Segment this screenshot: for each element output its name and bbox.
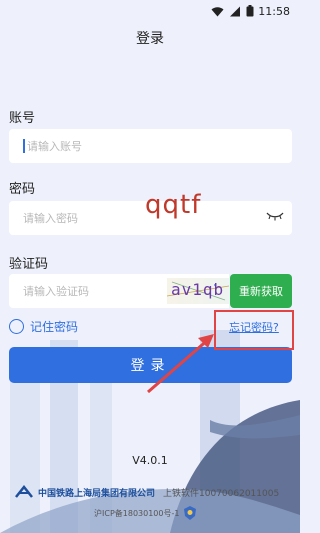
- status-bar: 11:58: [0, 0, 300, 22]
- remember-label: 记住密码: [30, 320, 79, 334]
- captcha-image[interactable]: av1qb: [167, 278, 229, 304]
- login-button[interactable]: 登录: [9, 347, 292, 383]
- refresh-captcha-button[interactable]: 重新获取: [230, 274, 292, 308]
- password-label: 密码: [9, 182, 36, 197]
- signal-icon: [230, 6, 241, 16]
- battery-icon: [246, 5, 254, 17]
- remember-password[interactable]: 记住密码: [9, 318, 78, 335]
- remember-radio[interactable]: [9, 319, 24, 334]
- footer-icp-row: 沪ICP备18030100号-1: [94, 506, 197, 520]
- text-cursor: [23, 139, 25, 153]
- company-name: 中国铁路上海局集团有限公司: [38, 488, 156, 499]
- page-title: 登录: [136, 31, 164, 47]
- captcha-row: 请输入验证码 av1qb 重新获取: [9, 274, 292, 308]
- status-time: 11:58: [258, 4, 290, 18]
- footer-company-row: 中国铁路上海局集团有限公司 上铁软件10070062011005: [14, 485, 294, 499]
- china-railway-logo-icon: [15, 485, 33, 498]
- account-input[interactable]: 请输入账号: [9, 129, 292, 163]
- captcha-label: 验证码: [9, 257, 49, 272]
- account-label: 账号: [9, 111, 36, 126]
- password-placeholder: 请输入密码: [23, 212, 78, 225]
- wifi-icon: [211, 6, 224, 16]
- captcha-text: av1qb: [171, 280, 225, 299]
- annotation-text: qqtf: [145, 190, 202, 220]
- police-badge-icon: [184, 506, 197, 520]
- annotation-highlight-box: [214, 310, 294, 350]
- captcha-placeholder: 请输入验证码: [23, 285, 89, 298]
- eye-closed-icon[interactable]: [266, 211, 284, 221]
- software-registration: 上铁软件10070062011005: [163, 488, 280, 499]
- account-placeholder: 请输入账号: [27, 140, 82, 153]
- app-version: V4.0.1: [132, 454, 168, 467]
- icp-number[interactable]: 沪ICP备18030100号-1: [94, 508, 179, 519]
